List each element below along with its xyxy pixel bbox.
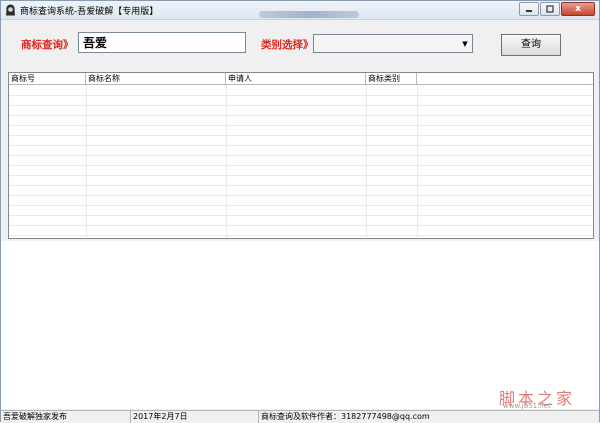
- table-header: 商标号 商标名称 申请人 商标类别: [9, 73, 593, 85]
- column-header[interactable]: 商标名称: [86, 73, 226, 84]
- watermark-url: www.jb51.net: [503, 402, 551, 410]
- search-input[interactable]: [78, 32, 246, 53]
- grid-column-line: [366, 85, 367, 238]
- grid-row-line: [9, 135, 593, 136]
- watermark: 脚本之家 www.jb51.net: [497, 385, 597, 411]
- maximize-button[interactable]: [540, 2, 560, 16]
- status-author: 商标查询及软件作者：3182777498@qq.com: [261, 412, 430, 421]
- grid-row-line: [9, 155, 593, 156]
- status-date: 2017年2月7日: [131, 411, 259, 423]
- grid-row-line: [9, 235, 593, 236]
- grid-row-line: [9, 145, 593, 146]
- window-title: 商标查询系统-吾爱破解【专用版】: [20, 7, 159, 17]
- category-select[interactable]: ▼: [313, 34, 473, 53]
- grid-row-line: [9, 215, 593, 216]
- grid-column-line: [86, 85, 87, 238]
- grid-column-line: [226, 85, 227, 238]
- title-bar[interactable]: 商标查询系统-吾爱破解【专用版】 x: [1, 1, 599, 20]
- detail-panel: [1, 241, 599, 409]
- table-body: [9, 85, 593, 238]
- main-window: 商标查询系统-吾爱破解【专用版】 x 商标查询》 类别选择》 ▼ 查询 商标号 …: [0, 0, 600, 423]
- column-header[interactable]: 申请人: [226, 73, 366, 84]
- grid-row-line: [9, 125, 593, 126]
- grid-row-line: [9, 105, 593, 106]
- query-button[interactable]: 查询: [501, 34, 561, 56]
- title-bar-reflection: [259, 11, 359, 18]
- maximize-icon: [546, 5, 554, 13]
- column-header[interactable]: 商标号: [9, 73, 86, 84]
- grid-row-line: [9, 165, 593, 166]
- grid-column-line: [417, 85, 418, 238]
- grid-row-line: [9, 95, 593, 96]
- category-label: 类别选择》: [261, 39, 314, 51]
- grid-row-line: [9, 195, 593, 196]
- results-table[interactable]: 商标号 商标名称 申请人 商标类别: [8, 72, 594, 239]
- query-label: 商标查询》: [21, 39, 74, 51]
- minimize-icon: [526, 10, 532, 12]
- minimize-button[interactable]: [519, 2, 539, 16]
- grid-row-line: [9, 115, 593, 116]
- grid-row-line: [9, 225, 593, 226]
- dropdown-arrow-icon[interactable]: ▼: [458, 35, 472, 52]
- grid-row-line: [9, 175, 593, 176]
- close-icon: x: [575, 4, 581, 14]
- status-bar: 吾爱破解独家发布 2017年2月7日 商标查询及软件作者：3182777498@…: [1, 410, 599, 423]
- grid-row-line: [9, 185, 593, 186]
- grid-row-line: [9, 205, 593, 206]
- close-button[interactable]: x: [561, 2, 595, 16]
- status-publisher: 吾爱破解独家发布: [1, 411, 131, 423]
- window-controls: x: [518, 2, 595, 16]
- column-header[interactable]: 商标类别: [366, 73, 417, 84]
- app-icon: [6, 4, 15, 16]
